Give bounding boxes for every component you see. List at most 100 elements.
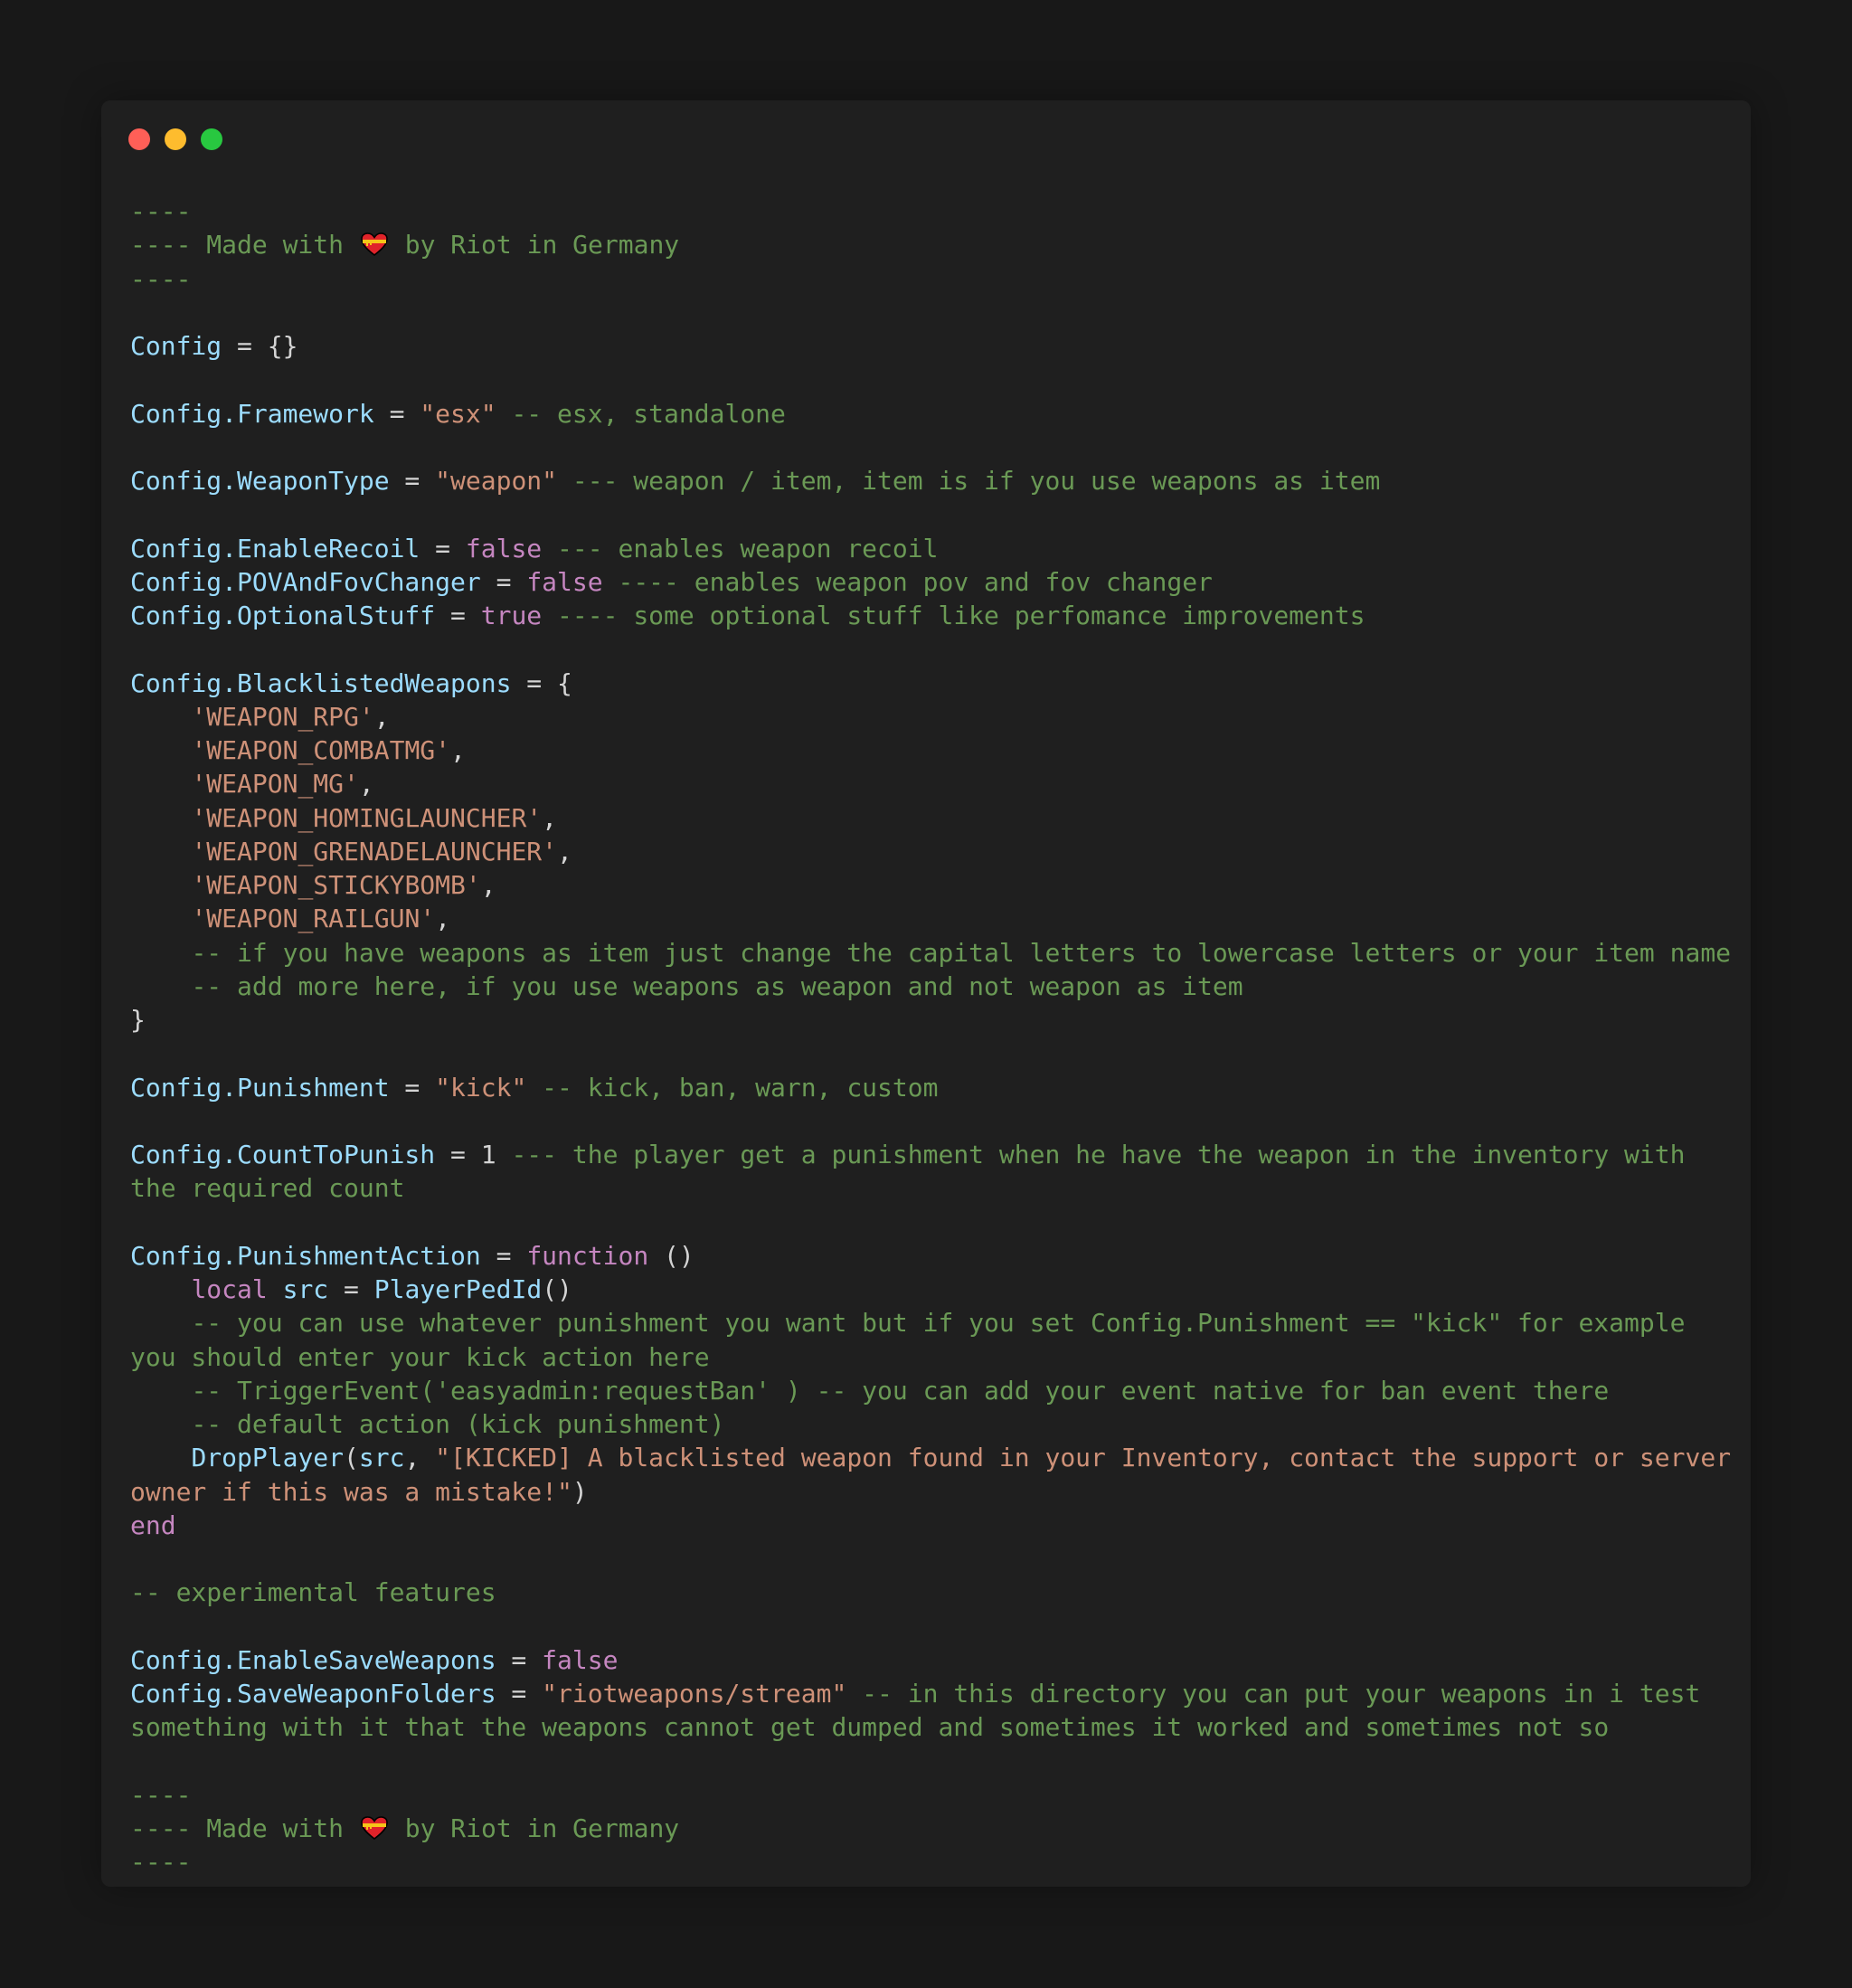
punctuation: , xyxy=(404,1443,436,1473)
number-literal: 1 xyxy=(480,1140,496,1169)
comment: -- kick, ban, warn, custom xyxy=(526,1072,939,1103)
code-line: Config.EnableSaveWeapons = false xyxy=(130,1643,1731,1677)
code-line: ​ xyxy=(130,1542,1731,1576)
punctuation: } xyxy=(130,1005,146,1035)
minimize-button[interactable] xyxy=(165,128,186,150)
code-line: Config.BlacklistedWeapons = { xyxy=(130,667,1731,700)
string-literal: 'WEAPON_RAILGUN' xyxy=(191,904,436,934)
comment: ---- Made with xyxy=(130,1813,359,1843)
code-line: 'WEAPON_RPG', xyxy=(130,700,1731,734)
code-line: 'WEAPON_RAILGUN', xyxy=(130,902,1731,935)
comment: -- experimental features xyxy=(130,1577,496,1608)
comment: ---- xyxy=(130,263,192,294)
string-literal: "[KICKED] A blacklisted weapon found in … xyxy=(435,1443,1732,1473)
punctuation xyxy=(268,1274,283,1304)
comment: ---- Made with xyxy=(130,230,359,260)
comment: -- if you have weapons as item just chan… xyxy=(191,937,1732,968)
identifier: PlayerPedId xyxy=(373,1274,543,1304)
code-line: -- you can use whatever punishment you w… xyxy=(130,1306,1731,1340)
code-line: ​ xyxy=(130,497,1731,531)
punctuation: = xyxy=(435,601,481,630)
code-line: Config.WeaponType = "weapon" --- weapon … xyxy=(130,464,1731,497)
identifier: DropPlayer xyxy=(191,1443,345,1473)
punctuation: , xyxy=(450,735,466,765)
close-button[interactable] xyxy=(128,128,150,150)
code-line: Config.EnableRecoil = false --- enables … xyxy=(130,532,1731,565)
punctuation: = xyxy=(389,1072,436,1103)
punctuation: = xyxy=(480,566,527,597)
code-line: ---- xyxy=(130,1778,1731,1812)
punctuation xyxy=(130,803,191,833)
punctuation: = xyxy=(373,398,420,429)
code-window: ---- ---- Made with by Riot in Germany ---… xyxy=(101,100,1751,1887)
comment: by Riot in Germany xyxy=(389,1813,680,1843)
punctuation: , xyxy=(373,701,390,732)
punctuation: = xyxy=(435,1140,481,1169)
code-line: -- if you have weapons as item just chan… xyxy=(130,936,1731,970)
code-line: ​ xyxy=(130,1745,1731,1778)
string-literal: "weapon" xyxy=(435,466,558,496)
punctuation xyxy=(130,1376,191,1406)
code-line: 'WEAPON_COMBATMG', xyxy=(130,734,1731,767)
punctuation: = xyxy=(480,1240,527,1271)
identifier: Config.BlacklistedWeapons xyxy=(130,667,512,698)
punctuation xyxy=(130,904,191,933)
string-literal: 'WEAPON_HOMINGLAUNCHER' xyxy=(191,802,543,833)
code-line: Config.SaveWeaponFolders = "riotweapons/… xyxy=(130,1677,1731,1710)
punctuation: = xyxy=(496,1679,543,1709)
code-line: ​ xyxy=(130,431,1731,464)
punctuation: = { xyxy=(511,667,572,698)
comment: -- esx, standalone xyxy=(496,398,786,429)
code-line: end xyxy=(130,1509,1731,1542)
identifier: Config xyxy=(130,331,222,361)
identifier: Config.WeaponType xyxy=(130,466,390,496)
punctuation: () xyxy=(542,1274,572,1304)
identifier: src xyxy=(358,1443,405,1473)
comment: -- add more here, if you use weapons as … xyxy=(191,970,1243,1001)
punctuation: , xyxy=(557,836,572,866)
punctuation xyxy=(130,1308,191,1338)
code-line: the required count xyxy=(130,1171,1731,1205)
identifier: Config.OptionalStuff xyxy=(130,601,436,630)
punctuation: () xyxy=(648,1240,694,1271)
punctuation: ) xyxy=(572,1476,588,1507)
keyword: false xyxy=(542,1644,619,1675)
mending-heart-icon xyxy=(359,1815,390,1841)
code-line: owner if this was a mistake!") xyxy=(130,1475,1731,1509)
identifier: Config.EnableRecoil xyxy=(130,533,420,563)
punctuation: = xyxy=(496,1644,543,1675)
punctuation xyxy=(130,938,191,968)
code-line: Config.PunishmentAction = function () xyxy=(130,1239,1731,1273)
comment: the required count xyxy=(130,1173,405,1204)
code-line: -- add more here, if you use weapons as … xyxy=(130,970,1731,1003)
identifier: Config.EnableSaveWeapons xyxy=(130,1644,496,1675)
punctuation: = xyxy=(328,1274,374,1304)
code-line: something with it that the weapons canno… xyxy=(130,1710,1731,1744)
code-line: Config.Framework = "esx" -- esx, standal… xyxy=(130,397,1731,431)
code-line: ​ xyxy=(130,1104,1731,1138)
code-line: you should enter your kick action here xyxy=(130,1340,1731,1374)
punctuation xyxy=(130,1409,191,1439)
comment: ---- enables weapon pov and fov changer xyxy=(602,566,1213,597)
code-line: ---- Made with by Riot in Germany xyxy=(130,228,1731,261)
punctuation: , xyxy=(358,769,374,800)
string-literal: 'WEAPON_COMBATMG' xyxy=(191,735,451,765)
string-literal: 'WEAPON_MG' xyxy=(191,769,359,800)
comment: something with it that the weapons canno… xyxy=(130,1712,1610,1743)
code-line: Config.POVAndFovChanger = false ---- ena… xyxy=(130,565,1731,599)
keyword: false xyxy=(465,533,543,563)
code-line: DropPlayer(src, "[KICKED] A blacklisted … xyxy=(130,1441,1731,1474)
code-line: -- experimental features xyxy=(130,1576,1731,1609)
comment: -- in this directory you can put your we… xyxy=(846,1679,1701,1709)
comment: ---- xyxy=(130,1779,192,1810)
code-line: ​ xyxy=(130,1206,1731,1239)
code-line: ​ xyxy=(130,632,1731,666)
code-line: ---- xyxy=(130,262,1731,296)
punctuation: = xyxy=(420,533,466,563)
punctuation: , xyxy=(480,870,496,900)
maximize-button[interactable] xyxy=(201,128,222,150)
identifier: Config.CountToPunish xyxy=(130,1140,436,1169)
code-line: ---- xyxy=(130,194,1731,228)
string-literal: owner if this was a mistake!" xyxy=(130,1476,572,1507)
string-literal: "riotweapons/stream" xyxy=(542,1679,847,1709)
